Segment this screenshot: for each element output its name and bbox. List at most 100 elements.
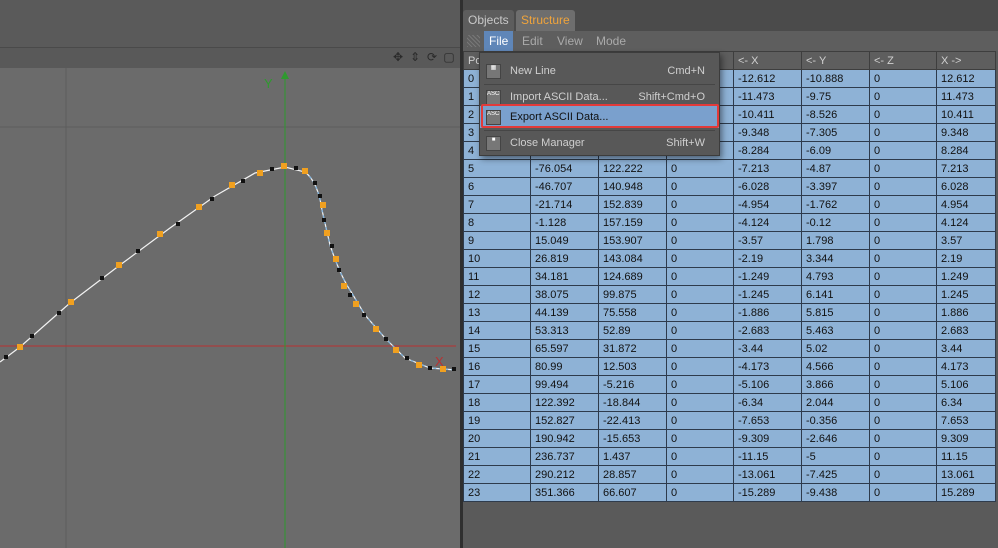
table-cell[interactable]: 0 (869, 303, 937, 322)
table-cell[interactable]: 8 (463, 213, 531, 232)
table-header-cell[interactable]: <- Z (869, 51, 937, 70)
table-cell[interactable]: -0.356 (801, 411, 870, 430)
table-header-cell[interactable]: X -> (936, 51, 996, 70)
table-cell[interactable]: 0 (869, 87, 937, 106)
table-cell[interactable]: 17 (463, 375, 531, 394)
table-row[interactable]: 23 351.366 66.607 0 -15.289 -9.438 0 15.289 (463, 483, 996, 502)
move-view-icon[interactable]: ✥ (392, 51, 404, 63)
table-cell[interactable]: -4.87 (801, 159, 870, 178)
table-cell[interactable]: 1.245 (936, 285, 996, 304)
table-cell[interactable]: 65.597 (530, 339, 599, 358)
table-cell[interactable]: -6.09 (801, 141, 870, 160)
table-cell[interactable]: 0 (666, 159, 734, 178)
table-cell[interactable]: 0 (869, 357, 937, 376)
table-cell[interactable]: 15.289 (936, 483, 996, 502)
table-row[interactable]: 18 122.392 -18.844 0 -6.34 2.044 0 6.34 (463, 393, 996, 412)
table-cell[interactable]: -15.289 (733, 483, 802, 502)
table-cell[interactable]: 11.473 (936, 87, 996, 106)
table-cell[interactable]: 1.886 (936, 303, 996, 322)
table-cell[interactable]: 0 (869, 69, 937, 88)
table-cell[interactable]: 0 (869, 321, 937, 340)
table-cell[interactable]: 2.044 (801, 393, 870, 412)
table-cell[interactable]: 0 (666, 321, 734, 340)
table-cell[interactable]: 0 (666, 249, 734, 268)
table-cell[interactable]: -11.473 (733, 87, 802, 106)
table-cell[interactable]: 0 (666, 195, 734, 214)
grip-icon[interactable] (467, 35, 480, 47)
table-cell[interactable]: 7.653 (936, 411, 996, 430)
table-cell[interactable]: 190.942 (530, 429, 599, 448)
table-cell[interactable]: -2.646 (801, 429, 870, 448)
table-cell[interactable]: -12.612 (733, 69, 802, 88)
table-row[interactable]: 16 80.99 12.503 0 -4.173 4.566 0 4.173 (463, 357, 996, 376)
table-cell[interactable]: 4.793 (801, 267, 870, 286)
table-cell[interactable]: 0 (869, 465, 937, 484)
table-cell[interactable]: 124.689 (598, 267, 667, 286)
table-cell[interactable]: -3.44 (733, 339, 802, 358)
table-cell[interactable]: 236.737 (530, 447, 599, 466)
table-cell[interactable]: 9.309 (936, 429, 996, 448)
table-cell[interactable]: -9.348 (733, 123, 802, 142)
table-cell[interactable]: 14 (463, 321, 531, 340)
table-cell[interactable]: 0 (869, 375, 937, 394)
table-cell[interactable]: -22.413 (598, 411, 667, 430)
table-cell[interactable]: 4.124 (936, 213, 996, 232)
table-cell[interactable]: 3.57 (936, 231, 996, 250)
table-cell[interactable]: 0 (666, 483, 734, 502)
table-cell[interactable]: 7.213 (936, 159, 996, 178)
menu-edit[interactable]: Edit (517, 31, 548, 51)
table-cell[interactable]: 122.222 (598, 159, 667, 178)
table-cell[interactable]: -5 (801, 447, 870, 466)
table-cell[interactable]: -10.888 (801, 69, 870, 88)
table-cell[interactable]: 6.141 (801, 285, 870, 304)
table-row[interactable]: 22 290.212 28.857 0 -13.061 -7.425 0 13.061 (463, 465, 996, 484)
table-row[interactable]: 11 34.181 124.689 0 -1.249 4.793 0 1.249 (463, 267, 996, 286)
table-cell[interactable]: 0 (869, 105, 937, 124)
table-row[interactable]: 9 15.049 153.907 0 -3.57 1.798 0 3.57 (463, 231, 996, 250)
table-cell[interactable]: 99.494 (530, 375, 599, 394)
table-header-cell[interactable]: <- X (733, 51, 802, 70)
table-header-cell[interactable]: <- Y (801, 51, 870, 70)
table-cell[interactable]: -11.15 (733, 447, 802, 466)
menu-item-new-line[interactable]: ▦ New Line Cmd+N (480, 60, 719, 82)
table-cell[interactable]: 28.857 (598, 465, 667, 484)
table-cell[interactable]: 1.798 (801, 231, 870, 250)
table-cell[interactable]: 157.159 (598, 213, 667, 232)
table-cell[interactable]: 6.028 (936, 177, 996, 196)
table-cell[interactable]: 15.049 (530, 231, 599, 250)
table-cell[interactable]: 9 (463, 231, 531, 250)
menu-file[interactable]: File (484, 31, 514, 51)
table-row[interactable]: 20 190.942 -15.653 0 -9.309 -2.646 0 9.309 (463, 429, 996, 448)
table-cell[interactable]: 0 (869, 213, 937, 232)
table-cell[interactable]: 3.344 (801, 249, 870, 268)
table-cell[interactable]: 10.411 (936, 105, 996, 124)
table-cell[interactable]: 52.89 (598, 321, 667, 340)
table-cell[interactable]: 5.815 (801, 303, 870, 322)
table-cell[interactable]: 4.954 (936, 195, 996, 214)
table-cell[interactable]: -13.061 (733, 465, 802, 484)
table-cell[interactable]: -1.886 (733, 303, 802, 322)
table-cell[interactable]: 152.839 (598, 195, 667, 214)
table-cell[interactable]: -76.054 (530, 159, 599, 178)
table-cell[interactable]: -4.954 (733, 195, 802, 214)
table-cell[interactable]: 0 (869, 177, 937, 196)
table-cell[interactable]: 0 (869, 159, 937, 178)
table-cell[interactable]: 0 (666, 357, 734, 376)
zoom-view-icon[interactable]: ⇕ (409, 51, 421, 63)
table-cell[interactable]: 5.02 (801, 339, 870, 358)
table-cell[interactable]: 152.827 (530, 411, 599, 430)
table-cell[interactable]: -8.526 (801, 105, 870, 124)
tab-structure[interactable]: Structure (516, 10, 575, 31)
table-cell[interactable]: 0 (869, 411, 937, 430)
table-row[interactable]: 15 65.597 31.872 0 -3.44 5.02 0 3.44 (463, 339, 996, 358)
table-cell[interactable]: -2.683 (733, 321, 802, 340)
table-cell[interactable]: 80.99 (530, 357, 599, 376)
table-row[interactable]: 21 236.737 1.437 0 -11.15 -5 0 11.15 (463, 447, 996, 466)
menu-mode[interactable]: Mode (591, 31, 631, 51)
table-cell[interactable]: 0 (869, 141, 937, 160)
table-cell[interactable]: -7.305 (801, 123, 870, 142)
table-cell[interactable]: 8.284 (936, 141, 996, 160)
table-cell[interactable]: 0 (666, 375, 734, 394)
table-cell[interactable]: 16 (463, 357, 531, 376)
table-cell[interactable]: 0 (666, 285, 734, 304)
